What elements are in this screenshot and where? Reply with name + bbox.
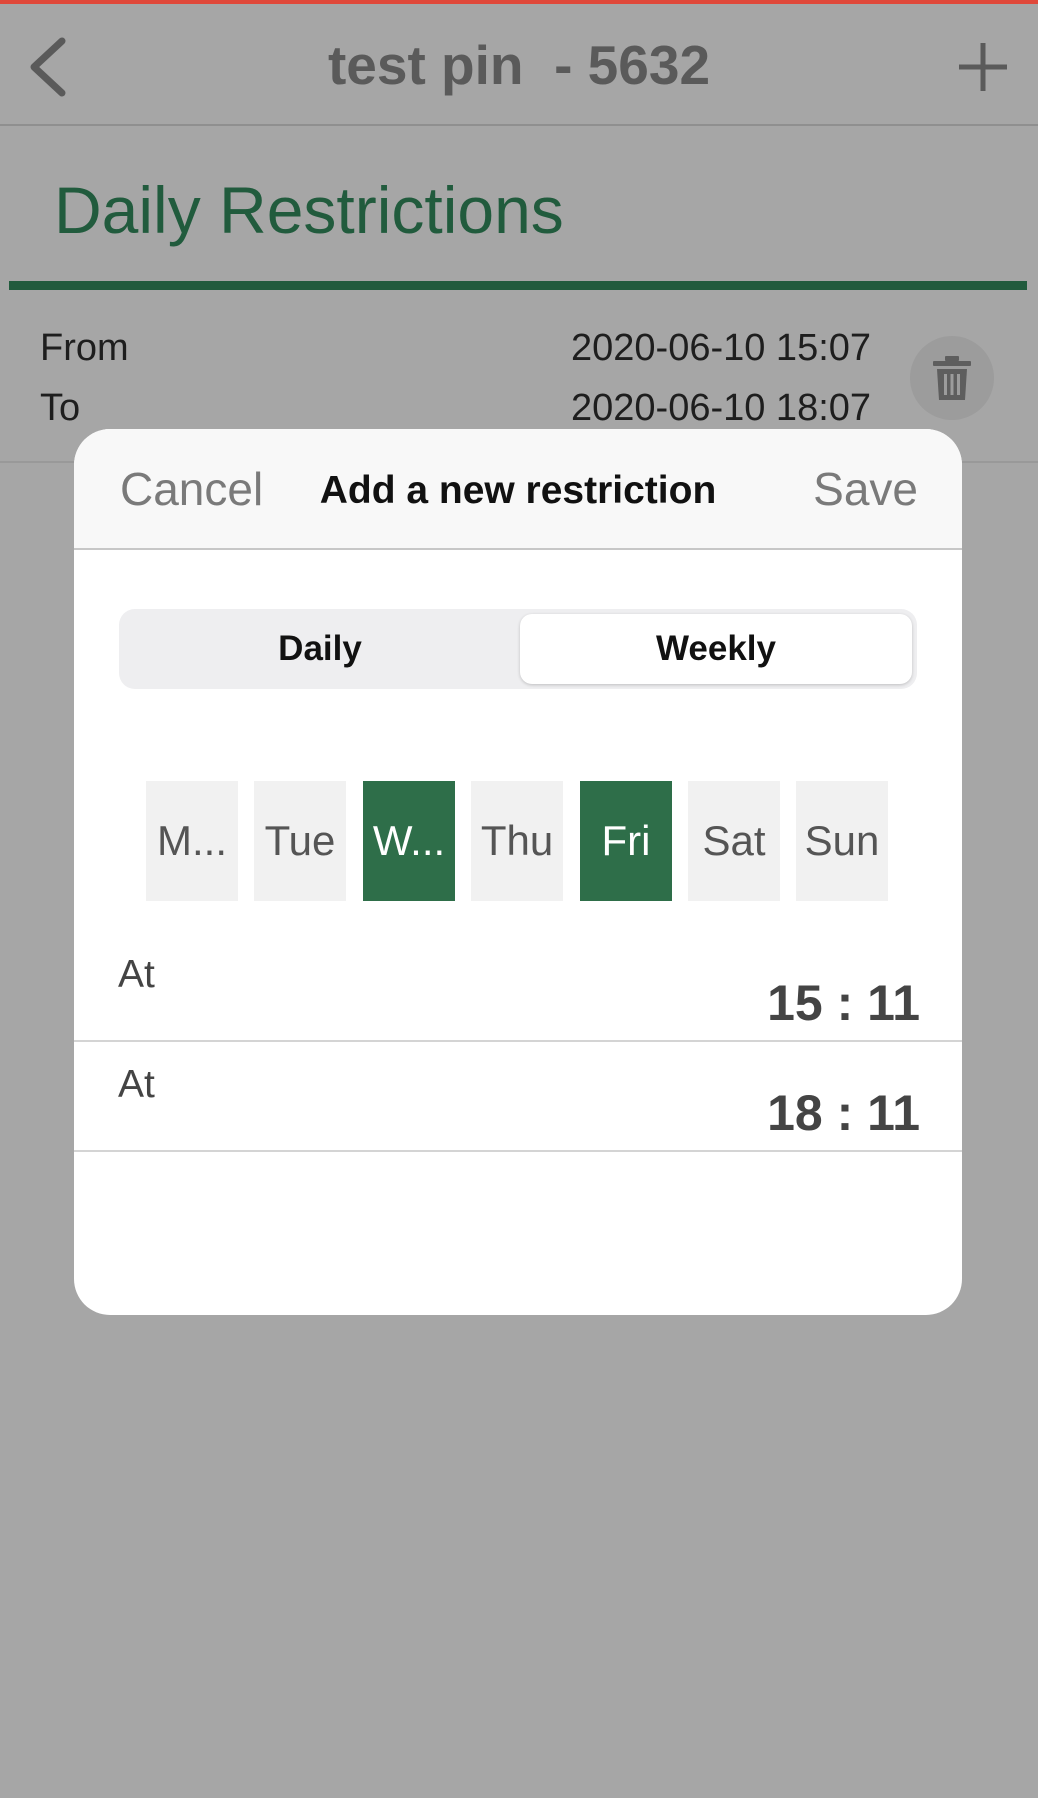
trash-icon xyxy=(933,356,971,400)
from-label: From xyxy=(40,327,129,369)
dialog-header: Cancel Add a new restriction Save xyxy=(74,429,962,550)
day-wednesday[interactable]: W... xyxy=(363,781,455,901)
to-value: 2020-06-10 18:07 xyxy=(571,387,872,429)
day-sunday[interactable]: Sun xyxy=(796,781,888,901)
segment-weekly[interactable]: Weekly xyxy=(520,614,912,684)
day-saturday[interactable]: Sat xyxy=(688,781,780,901)
page-title: test pin - 5632 xyxy=(327,34,711,96)
from-value: 2020-06-10 15:07 xyxy=(571,327,872,369)
section-title: Daily Restrictions xyxy=(54,173,564,247)
add-button[interactable] xyxy=(948,32,1018,102)
add-restriction-dialog: Cancel Add a new restriction Save Daily … xyxy=(74,429,962,1315)
navigation-bar: test pin - 5632 xyxy=(0,4,1038,126)
segment-daily[interactable]: Daily xyxy=(124,614,516,684)
end-time-label: At xyxy=(118,1063,155,1106)
day-monday[interactable]: M... xyxy=(146,781,238,901)
delete-restriction-button[interactable] xyxy=(910,336,994,420)
back-button[interactable] xyxy=(18,32,78,102)
save-button[interactable]: Save xyxy=(813,463,918,515)
start-time-value[interactable]: 15 : 11 xyxy=(767,974,920,1032)
dialog-title: Add a new restriction xyxy=(319,469,717,512)
chevron-left-icon xyxy=(30,37,66,97)
start-time-label: At xyxy=(118,953,155,996)
day-friday[interactable]: Fri xyxy=(580,781,672,901)
to-label: To xyxy=(40,387,81,429)
plus-icon xyxy=(959,43,1007,91)
section-underline xyxy=(9,281,1027,290)
cancel-button[interactable]: Cancel xyxy=(120,463,263,515)
day-tuesday[interactable]: Tue xyxy=(254,781,346,901)
start-time-row[interactable]: At 15 : 11 xyxy=(74,932,962,1042)
frequency-segmented-control: Daily Weekly xyxy=(119,609,917,689)
day-thursday[interactable]: Thu xyxy=(471,781,563,901)
end-time-row[interactable]: At 18 : 11 xyxy=(74,1042,962,1152)
end-time-value[interactable]: 18 : 11 xyxy=(767,1084,920,1142)
